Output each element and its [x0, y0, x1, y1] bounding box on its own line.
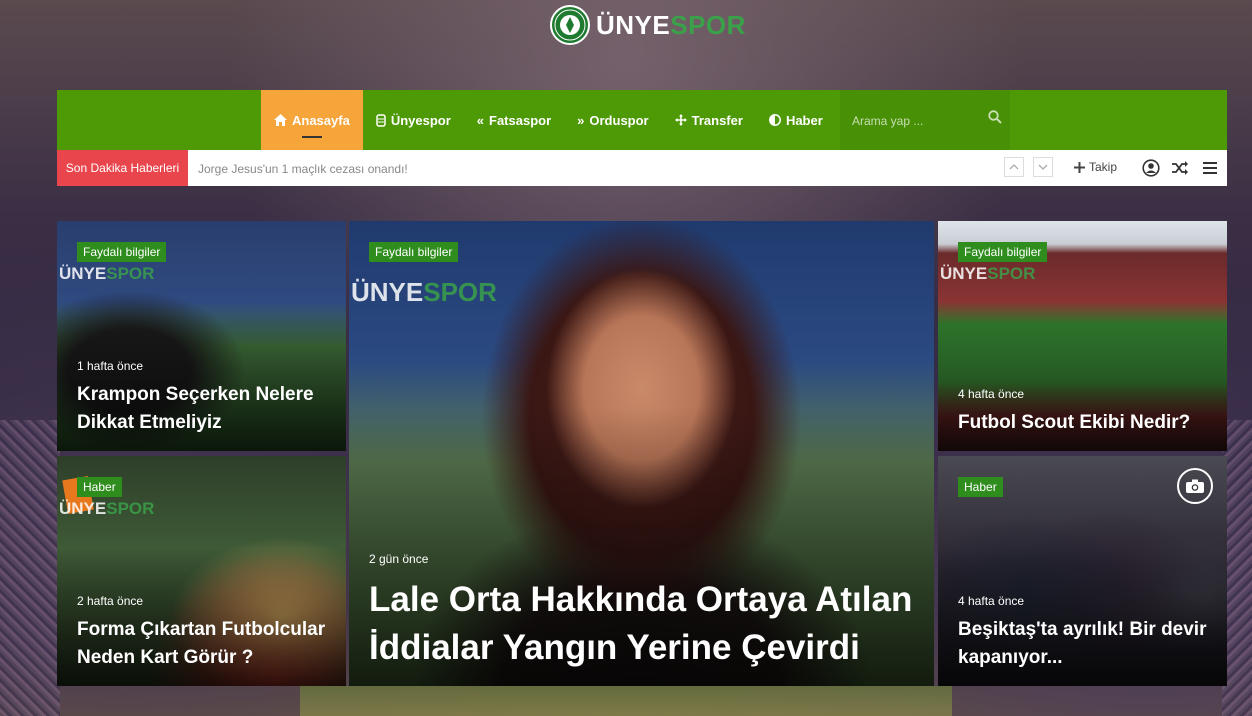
nav-item-label: Orduspor	[589, 112, 649, 128]
nav-item-orduspor[interactable]: » Orduspor	[564, 90, 661, 150]
category-badge[interactable]: Faydalı bilgiler	[77, 242, 167, 262]
post-title[interactable]: Krampon Seçerken Nelere Dikkat Etmeliyiz	[77, 381, 332, 437]
image-watermark: ÜNYESPOR	[59, 264, 154, 284]
logo-wordmark: ÜNYESPOR	[596, 10, 746, 41]
post-time: 4 hafta önce	[958, 387, 1025, 401]
category-badge[interactable]: Faydalı bilgiler	[369, 242, 459, 262]
logo-text-part2: SPOR	[670, 9, 746, 40]
search-button[interactable]	[988, 110, 1008, 130]
watermark-part2: SPOR	[106, 499, 155, 518]
search-box	[840, 90, 1010, 150]
nav-item-haber[interactable]: Haber	[756, 90, 836, 150]
nav-item-label: Haber	[785, 112, 823, 128]
background-crowd-left	[0, 420, 60, 716]
image-watermark: ÜNYESPOR	[351, 277, 497, 308]
image-watermark: ÜNYESPOR	[59, 499, 154, 519]
post-time: 2 hafta önce	[77, 594, 144, 608]
watermark-part2: SPOR	[106, 264, 155, 283]
post-card-scout[interactable]: ÜNYESPOR Faydalı bilgiler 4 hafta önce F…	[938, 221, 1227, 451]
nav-item-label: Ünyespor	[390, 112, 451, 128]
watermark-part1: ÜNYE	[59, 264, 107, 283]
post-title[interactable]: Beşiktaş'ta ayrılık! Bir devir kapanıyor…	[958, 616, 1213, 672]
post-card-featured[interactable]: ÜNYESPOR Faydalı bilgiler 2 gün önce Lal…	[349, 221, 934, 686]
chevron-up-icon	[1009, 164, 1019, 170]
camera-icon	[1186, 479, 1204, 493]
post-time: 2 gün önce	[369, 552, 429, 566]
post-card-forma[interactable]: ÜNYESPOR Haber 2 hafta önce Forma Çıkart…	[57, 456, 346, 686]
post-card-krampon[interactable]: ÜNYESPOR Faydalı bilgiler 1 hafta önce K…	[57, 221, 346, 451]
image-watermark: ÜNYESPOR	[940, 264, 1035, 284]
post-title[interactable]: Futbol Scout Ekibi Nedir?	[958, 409, 1213, 437]
ticker-prev-button[interactable]	[1004, 157, 1024, 177]
nav-item-label: Transfer	[691, 112, 743, 128]
breaking-news-headline[interactable]: Jorge Jesus'un 1 maçlık cezası onandı!	[198, 162, 408, 176]
nav-item-label: Anasayfa	[292, 112, 350, 128]
post-card-besiktas[interactable]: Haber 4 hafta önce Beşiktaş'ta ayrılık! …	[938, 456, 1227, 686]
nav-item-unyespor[interactable]: Ünyespor	[363, 90, 464, 150]
shuffle-icon	[1172, 161, 1188, 175]
search-input[interactable]	[850, 110, 984, 132]
plus-icon	[1074, 161, 1085, 173]
post-time: 4 hafta önce	[958, 594, 1025, 608]
category-badge[interactable]: Haber	[77, 477, 122, 497]
breaking-news-bar: Son Dakika Haberleri Jorge Jesus'un 1 ma…	[57, 150, 1227, 186]
chevron-down-icon	[1038, 164, 1048, 170]
nav-item-transfer[interactable]: Transfer	[662, 90, 756, 150]
nav-item-fatsaspor[interactable]: « Fatsaspor	[464, 90, 564, 150]
search-icon	[988, 110, 1002, 124]
category-badge[interactable]: Haber	[958, 477, 1003, 497]
main-navbar: Anasayfa Ünyespor « Fatsaspor » Orduspor…	[57, 90, 1227, 150]
half-circle-icon	[768, 114, 781, 126]
watermark-part2: SPOR	[987, 264, 1036, 283]
nav-item-anasayfa[interactable]: Anasayfa	[261, 90, 363, 150]
nav-item-label: Fatsaspor	[489, 112, 552, 128]
club-crest-icon	[550, 5, 590, 45]
breaking-news-label: Son Dakika Haberleri	[57, 150, 188, 186]
category-badge[interactable]: Faydalı bilgiler	[958, 242, 1048, 262]
double-chevron-left-icon: «	[476, 112, 485, 128]
post-time: 1 hafta önce	[77, 359, 144, 373]
arrows-move-icon	[674, 114, 687, 126]
follow-label: Takip	[1089, 160, 1118, 174]
team-icon	[376, 113, 386, 127]
menu-button[interactable]	[1201, 159, 1219, 177]
post-title[interactable]: Lale Orta Hakkında Ortaya Atılan İddiala…	[369, 576, 920, 672]
watermark-part1: ÜNYE	[59, 499, 107, 518]
user-account-button[interactable]	[1142, 159, 1160, 177]
nav-menu: Anasayfa Ünyespor « Fatsaspor » Orduspor…	[261, 90, 836, 150]
gallery-button[interactable]	[1177, 468, 1213, 504]
home-icon	[274, 114, 287, 126]
logo-text-part1: ÜNYE	[596, 9, 671, 40]
background-field	[300, 686, 952, 716]
watermark-part1: ÜNYE	[940, 264, 988, 283]
watermark-part1: ÜNYE	[351, 277, 424, 307]
site-logo[interactable]: ÜNYESPOR	[550, 5, 746, 45]
random-post-button[interactable]	[1171, 159, 1189, 177]
follow-button[interactable]: Takip	[1074, 160, 1117, 174]
hamburger-menu-icon	[1203, 162, 1217, 174]
post-title[interactable]: Forma Çıkartan Futbolcular Neden Kart Gö…	[77, 616, 332, 672]
watermark-part2: SPOR	[423, 277, 497, 307]
double-chevron-right-icon: »	[577, 112, 585, 128]
ticker-next-button[interactable]	[1033, 157, 1053, 177]
user-icon	[1142, 159, 1160, 177]
